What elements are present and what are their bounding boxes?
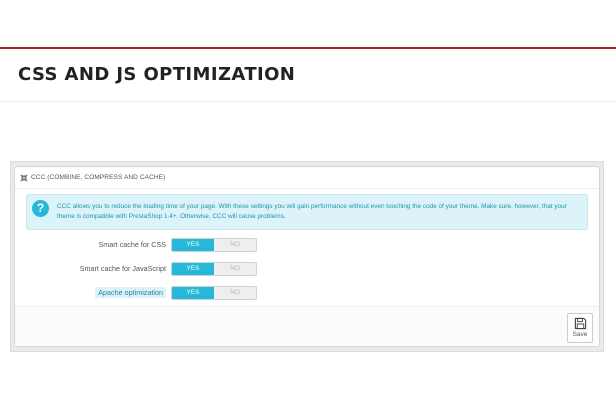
header-accent-rule <box>0 47 616 49</box>
smart-cache-js-toggle[interactable]: YES NO <box>171 262 257 276</box>
toggle-no-button[interactable]: NO <box>214 263 256 275</box>
question-circle-icon: ? <box>32 200 49 217</box>
smart-cache-css-toggle[interactable]: YES NO <box>171 238 257 252</box>
ccc-settings-panel: CCC (COMBINE, COMPRESS AND CACHE) ? CCC … <box>14 166 600 347</box>
apache-optimization-toggle[interactable]: YES NO <box>171 286 257 300</box>
option-row-smart-cache-css: Smart cache for CSS YES NO <box>15 238 599 253</box>
option-label: Smart cache for JavaScript <box>79 264 166 273</box>
toggle-yes-button[interactable]: YES <box>172 263 214 275</box>
save-label: Save <box>572 331 588 338</box>
option-row-apache-optimization: Apache optimization YES NO <box>15 286 599 301</box>
save-button[interactable]: Save <box>567 313 593 343</box>
option-row-smart-cache-js: Smart cache for JavaScript YES NO <box>15 262 599 277</box>
toggle-yes-button[interactable]: YES <box>172 287 214 299</box>
info-alert: ? CCC allows you to reduce the loading t… <box>26 194 588 230</box>
alert-message: CCC allows you to reduce the loading tim… <box>57 203 567 220</box>
option-label: Apache optimization <box>95 287 166 298</box>
panel-title: CCC (COMBINE, COMPRESS AND CACHE) <box>31 174 166 181</box>
screenshot-frame: CCC (COMBINE, COMPRESS AND CACHE) ? CCC … <box>10 161 604 352</box>
panel-header: CCC (COMBINE, COMPRESS AND CACHE) <box>15 167 599 189</box>
title-divider <box>0 101 616 102</box>
toggle-no-button[interactable]: NO <box>214 239 256 251</box>
compress-arrows-icon <box>20 173 28 182</box>
toggle-no-button[interactable]: NO <box>214 287 256 299</box>
toggle-yes-button[interactable]: YES <box>172 239 214 251</box>
floppy-disk-icon <box>574 317 586 330</box>
page-title: CSS AND JS OPTIMIZATION <box>18 64 296 85</box>
option-label: Smart cache for CSS <box>98 240 166 249</box>
panel-footer: Save <box>15 306 599 346</box>
